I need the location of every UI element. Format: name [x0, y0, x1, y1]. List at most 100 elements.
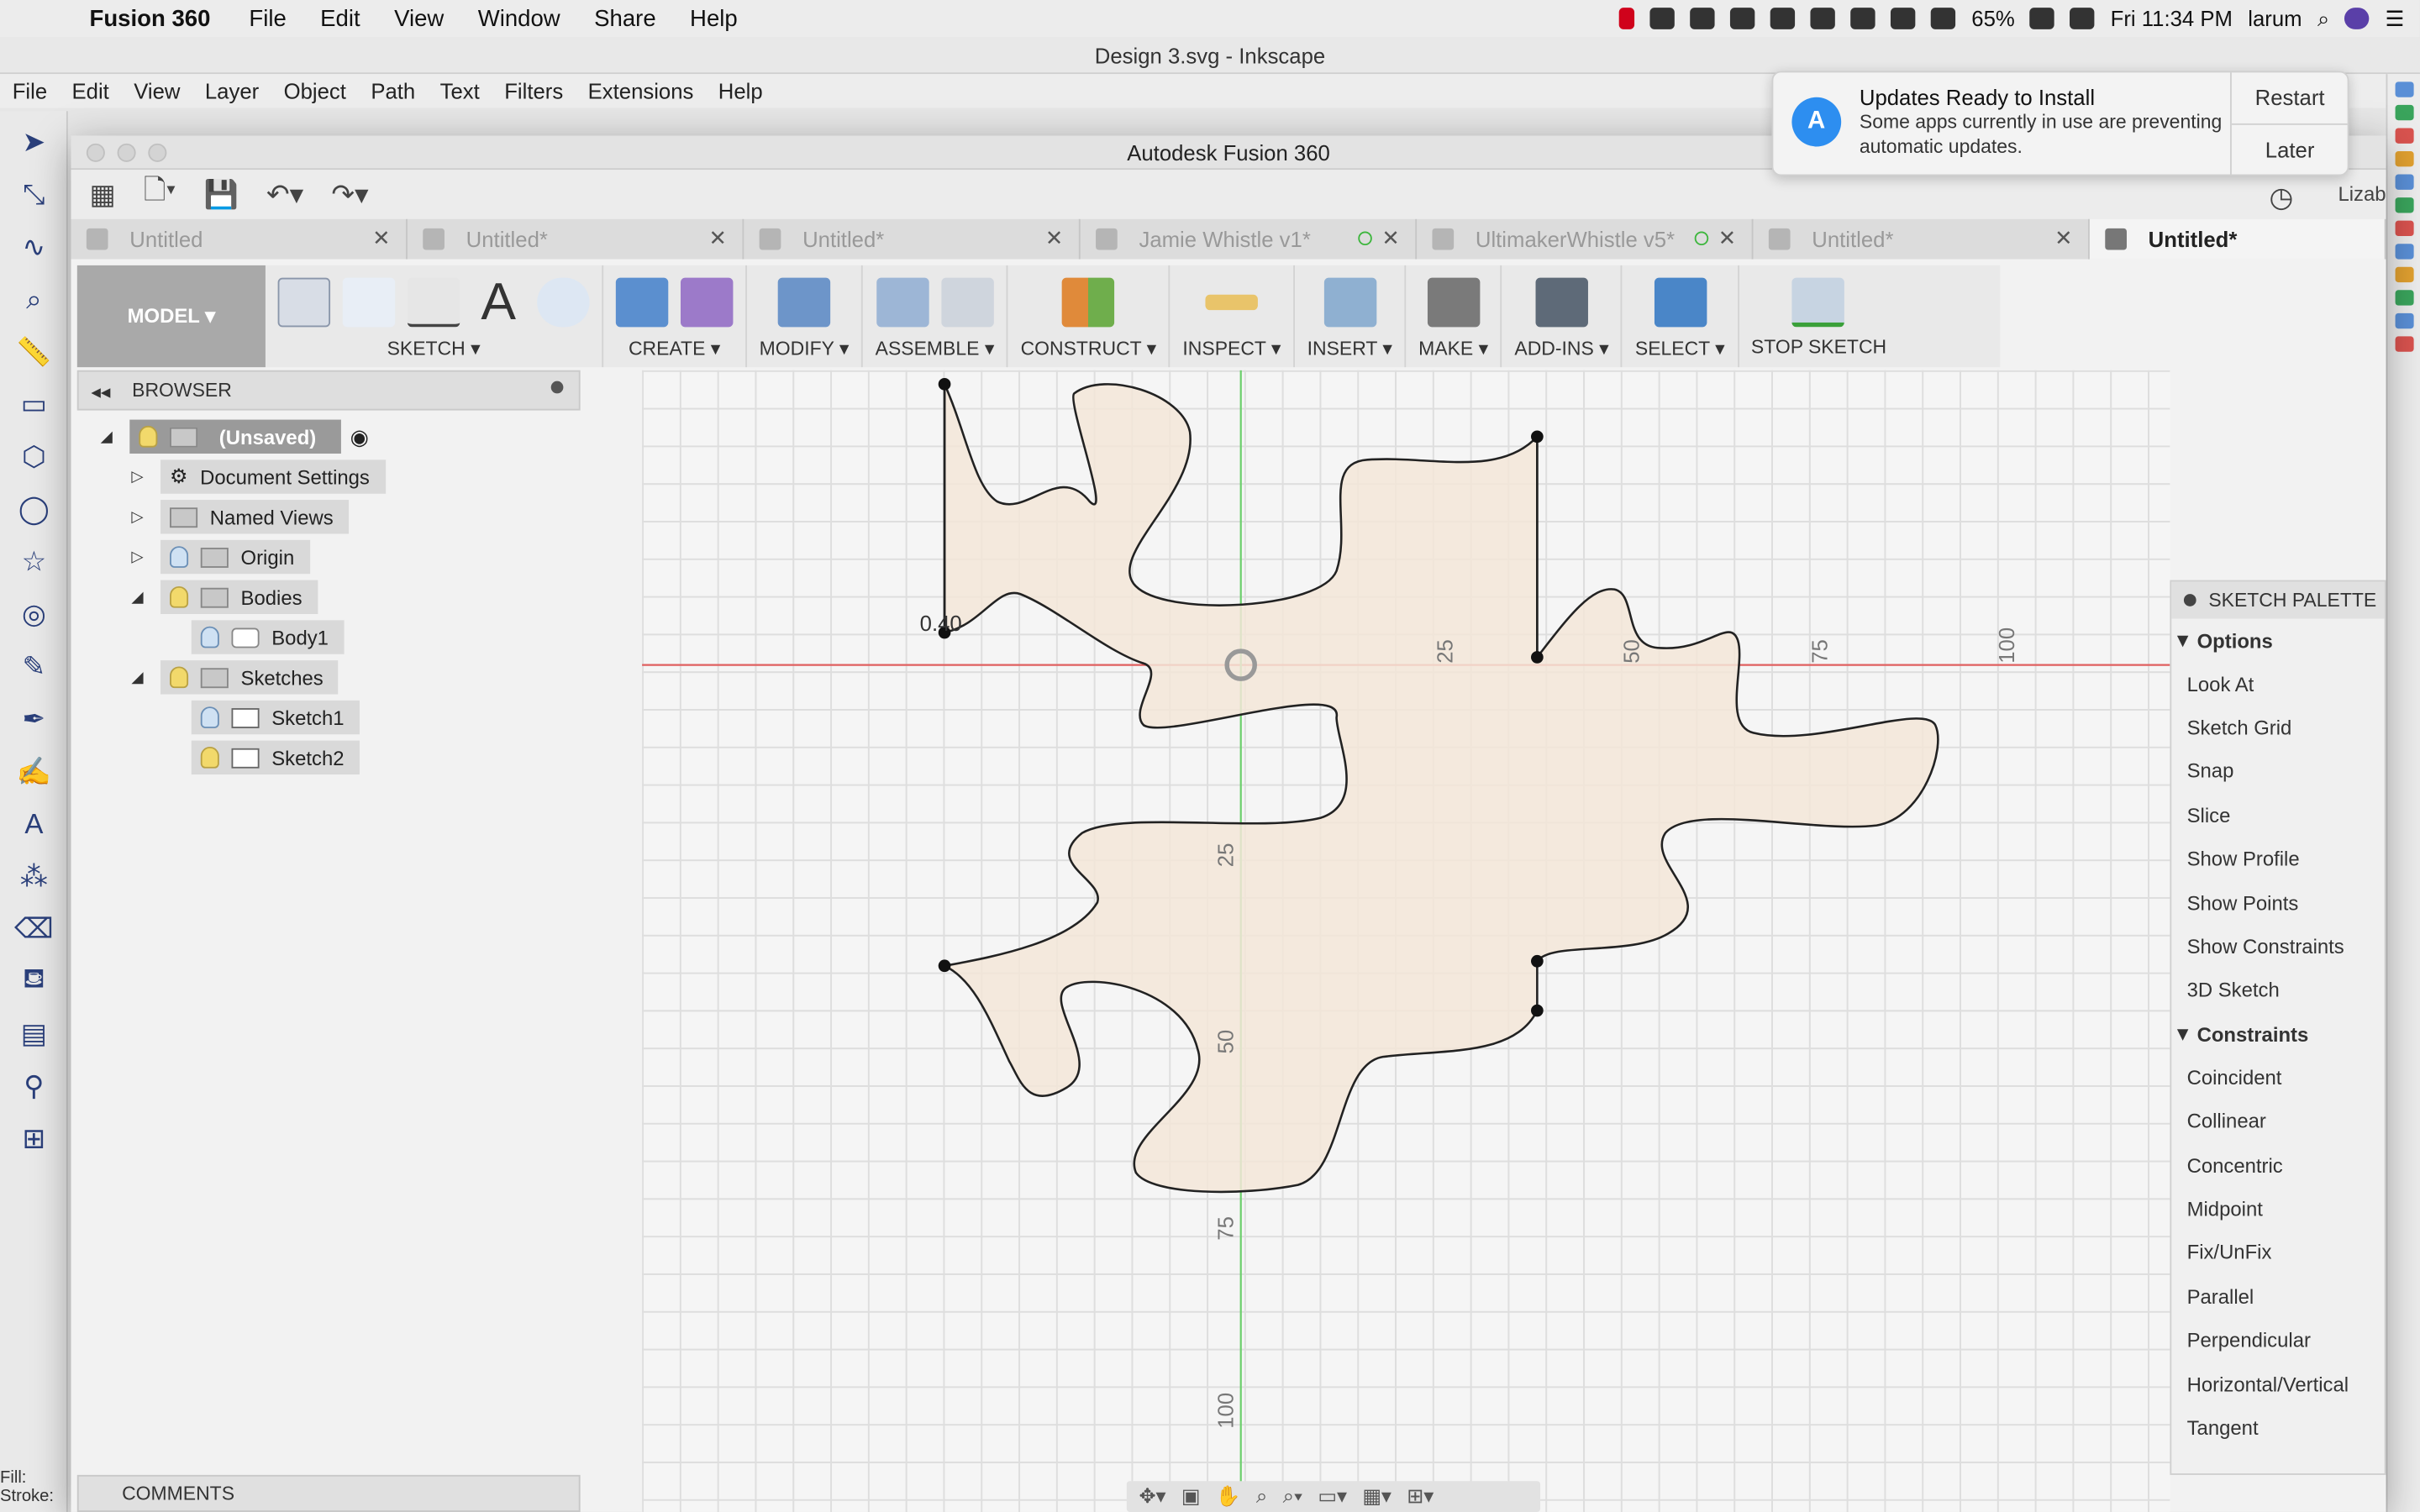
battery-percent[interactable]: 65%: [1971, 6, 2014, 30]
dropper-tool-icon[interactable]: ⚲: [13, 1064, 55, 1107]
later-button[interactable]: Later: [2232, 123, 2348, 175]
airplay-icon[interactable]: [1931, 8, 1956, 29]
dimension-value[interactable]: 0.40: [920, 611, 962, 635]
cmd-icon[interactable]: [2394, 336, 2413, 352]
menu-window[interactable]: Window: [478, 5, 560, 31]
spray-tool-icon[interactable]: ⁂: [13, 855, 55, 898]
user-name[interactable]: larum: [2248, 6, 2302, 30]
sketch-point[interactable]: [1531, 1004, 1544, 1017]
browser-header[interactable]: ◂◂ BROWSER: [76, 370, 581, 411]
cmd-icon[interactable]: [2394, 220, 2413, 237]
ink-menu-object[interactable]: Object: [284, 79, 346, 103]
insert-menu[interactable]: INSERT ▾: [1307, 336, 1392, 360]
close-window-button[interactable]: [86, 143, 105, 162]
close-tab-icon[interactable]: ✕: [1045, 225, 1064, 251]
zoom-window-button[interactable]: [148, 143, 167, 162]
menu-extra-icon[interactable]: [1730, 8, 1756, 29]
clock[interactable]: Fri 11:34 PM: [2111, 6, 2233, 30]
sketch-point[interactable]: [938, 377, 951, 391]
constraints-section[interactable]: ▾ Constraints: [2171, 1012, 2384, 1055]
menu-help[interactable]: Help: [690, 5, 738, 31]
scripts-addins-icon[interactable]: [1535, 277, 1588, 328]
save-icon[interactable]: 💾: [204, 178, 239, 211]
visibility-bulb-icon[interactable]: [200, 706, 219, 728]
attached-canvas-icon[interactable]: [1323, 277, 1376, 328]
offset-plane-icon[interactable]: [1062, 277, 1115, 328]
expand-icon[interactable]: ▷: [127, 508, 149, 525]
menu-view[interactable]: View: [394, 5, 444, 31]
ink-menu-file[interactable]: File: [13, 79, 47, 103]
document-tab[interactable]: UltimakerWhistle v5* ✕: [1417, 218, 1754, 260]
collapse-icon[interactable]: ◢: [127, 669, 149, 685]
sketch-point[interactable]: [1531, 651, 1544, 664]
measure-tool-icon[interactable]: 📏: [13, 330, 55, 373]
document-tab[interactable]: Untitled* ✕: [1753, 218, 2090, 260]
tree-named-views[interactable]: ▷ Named Views: [127, 500, 350, 534]
data-panel-grid-icon[interactable]: ▦: [90, 178, 116, 211]
file-menu-icon[interactable]: 🗋▾: [144, 171, 176, 218]
option-sketch-grid[interactable]: Sketch Grid: [2171, 706, 2384, 749]
menu-edit[interactable]: Edit: [320, 5, 360, 31]
collapse-browser-icon[interactable]: ◂◂: [91, 379, 110, 402]
ellipse-tool-icon[interactable]: ◯: [13, 487, 55, 530]
cmd-icon[interactable]: [2394, 104, 2413, 121]
tree-body1[interactable]: Body1: [191, 620, 345, 654]
text-icon[interactable]: A: [472, 276, 524, 328]
constraint-horizontal-vertical[interactable]: Horizontal/Vertical: [2171, 1362, 2384, 1406]
sketch-canvas[interactable]: 25 50 75 100 25 50 75 100 0.40: [642, 370, 2170, 1512]
constraint-concentric[interactable]: Concentric: [2171, 1143, 2384, 1187]
cmd-icon[interactable]: [2394, 150, 2413, 167]
node-tool-icon[interactable]: ⤡: [13, 173, 55, 216]
collapse-icon[interactable]: ▾: [2178, 628, 2188, 653]
siri-icon[interactable]: [2344, 8, 2370, 29]
battery-icon[interactable]: [2030, 8, 2055, 29]
puzzle-profile[interactable]: [940, 383, 1939, 1194]
assemble-menu[interactable]: ASSEMBLE ▾: [876, 336, 995, 360]
display-settings-icon[interactable]: ▭▾: [1318, 1484, 1347, 1509]
constraint-tangent[interactable]: Tangent: [2171, 1406, 2384, 1450]
ink-menu-filters[interactable]: Filters: [504, 79, 563, 103]
zoom-icon[interactable]: ⌕: [1256, 1484, 1267, 1509]
ink-menu-help[interactable]: Help: [718, 79, 763, 103]
cmd-icon[interactable]: [2394, 174, 2413, 190]
create-sketch-icon[interactable]: [277, 277, 331, 328]
visibility-bulb-icon[interactable]: [170, 546, 189, 568]
constraint-collinear[interactable]: Collinear: [2171, 1100, 2384, 1143]
browser-pin-icon[interactable]: [550, 381, 564, 394]
sketch-point[interactable]: [1531, 430, 1544, 444]
ink-menu-view[interactable]: View: [134, 79, 180, 103]
project-icon[interactable]: [537, 277, 590, 328]
document-tab[interactable]: Untitled ✕: [71, 218, 408, 260]
redo-icon[interactable]: ↷▾: [331, 178, 368, 211]
restart-button[interactable]: Restart: [2233, 72, 2348, 123]
cmd-icon[interactable]: [2394, 312, 2413, 329]
pan-icon[interactable]: ✋: [1216, 1484, 1241, 1509]
workspace-switcher[interactable]: MODEL ▾: [76, 265, 266, 368]
visibility-bulb-icon[interactable]: [139, 425, 158, 448]
cmd-icon[interactable]: [2394, 81, 2413, 97]
joint-icon[interactable]: [940, 277, 994, 328]
create-menu[interactable]: CREATE ▾: [629, 336, 720, 360]
extrude-icon[interactable]: [615, 277, 669, 328]
spiral-tool-icon[interactable]: ◎: [13, 592, 55, 635]
constraint-perpendicular[interactable]: Perpendicular: [2171, 1318, 2384, 1362]
cmd-icon[interactable]: [2394, 266, 2413, 283]
make-menu[interactable]: MAKE ▾: [1418, 336, 1488, 360]
minimize-window-button[interactable]: [117, 143, 136, 162]
document-tab[interactable]: Jamie Whistle v1* ✕: [1081, 218, 1418, 260]
close-tab-icon[interactable]: ✕: [1718, 225, 1737, 251]
tweak-tool-icon[interactable]: ∿: [13, 225, 55, 268]
inspect-menu[interactable]: INSPECT ▾: [1182, 336, 1281, 360]
close-tab-icon[interactable]: ✕: [372, 225, 391, 251]
menu-share[interactable]: Share: [594, 5, 656, 31]
cmd-icon[interactable]: [2394, 128, 2413, 144]
options-section[interactable]: ▾ Options: [2171, 619, 2384, 662]
close-tab-icon[interactable]: ✕: [2054, 225, 2073, 251]
constraint-coincident[interactable]: Coincident: [2171, 1056, 2384, 1100]
document-tab-active[interactable]: Untitled*: [2089, 218, 2386, 260]
tree-sketch2[interactable]: Sketch2: [191, 740, 360, 775]
cmd-icon[interactable]: [2394, 244, 2413, 260]
zoom-tool-icon[interactable]: ⌕: [13, 278, 55, 321]
collapse-icon[interactable]: ▾: [2178, 1021, 2188, 1046]
visibility-bulb-icon[interactable]: [200, 626, 219, 648]
